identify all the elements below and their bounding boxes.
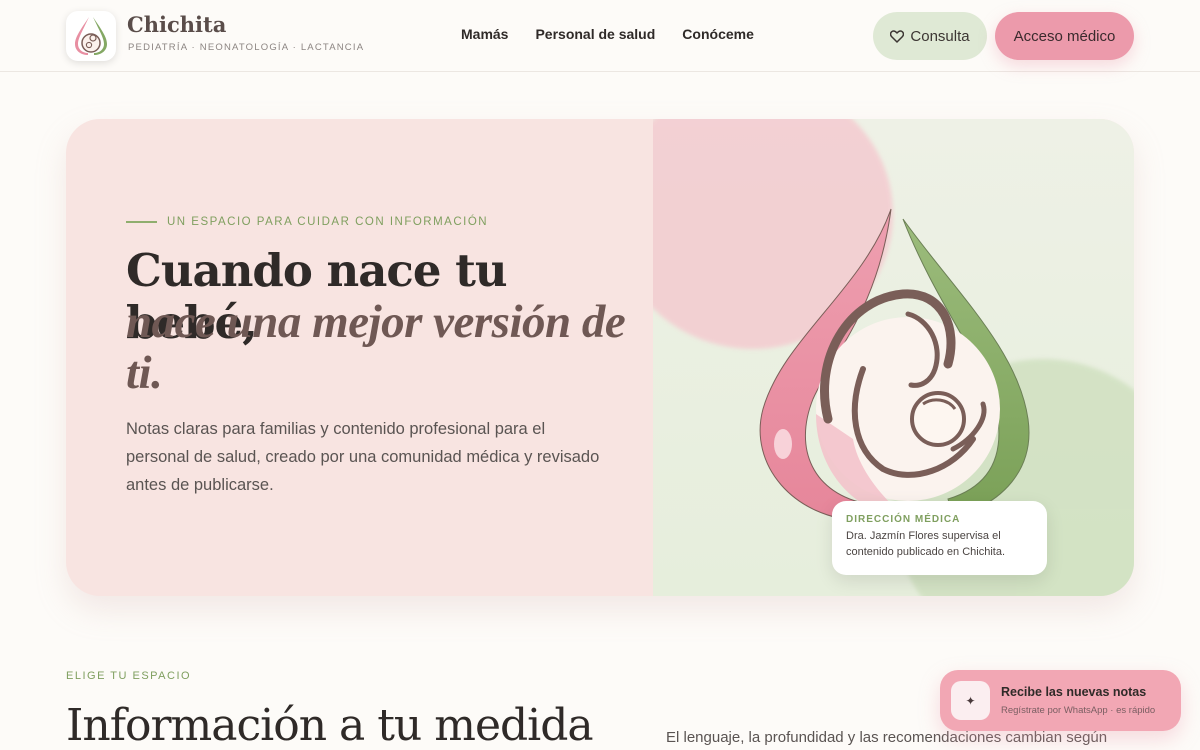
acceso-medico-button[interactable]: Acceso médico	[995, 12, 1134, 60]
nav-personal-de-salud[interactable]: Personal de salud	[535, 26, 655, 42]
consulta-button[interactable]: Consulta	[873, 12, 987, 60]
main-nav: Mamás Personal de salud Conóceme	[461, 26, 754, 42]
whatsapp-subscribe-toast[interactable]: ✦ Recibe las nuevas notas Regístrate por…	[940, 670, 1181, 731]
nav-mamas[interactable]: Mamás	[461, 26, 508, 42]
direccion-medica-card: DIRECCIÓN MÉDICA Dra. Jazmín Flores supe…	[832, 501, 1047, 575]
logo-badge[interactable]	[66, 11, 116, 61]
nav-conoceme[interactable]: Conóceme	[682, 26, 754, 42]
card-label: DIRECCIÓN MÉDICA	[846, 514, 961, 525]
toast-title: Recibe las nuevas notas	[1001, 685, 1147, 699]
brand-tagline: PEDIATRÍA · NEONATOLOGÍA · LACTANCIA	[128, 42, 365, 53]
consulta-label: Consulta	[910, 27, 970, 45]
toast-subtitle: Regístrate por WhatsApp · es rápido	[1001, 705, 1156, 716]
card-text: Dra. Jazmín Flores supervisa el contenid…	[846, 530, 1006, 558]
hero-eyebrow: UN ESPACIO PARA CUIDAR CON INFORMACIÓN	[126, 216, 488, 228]
section-title: Información a tu medida	[66, 700, 594, 750]
mother-baby-drop-logo-icon	[75, 17, 107, 55]
hero-card: UN ESPACIO PARA CUIDAR CON INFORMACIÓN C…	[66, 119, 1134, 596]
brand-name[interactable]: Chichita	[127, 12, 226, 37]
hero-title-emphasis: nace una mejor versión de ti.	[126, 296, 626, 399]
hero-description: Notas claras para familias y contenido p…	[126, 420, 600, 494]
sparkle-icon: ✦	[951, 681, 990, 720]
section-eyebrow: ELIGE TU ESPACIO	[66, 670, 192, 682]
hero-eyebrow-text: UN ESPACIO PARA CUIDAR CON INFORMACIÓN	[167, 216, 489, 228]
site-header: Chichita PEDIATRÍA · NEONATOLOGÍA · LACT…	[0, 0, 1200, 72]
heart-outline-icon	[890, 29, 905, 43]
section-description: El lenguaje, la profundidad y las recome…	[666, 729, 1108, 746]
eyebrow-line	[126, 221, 157, 223]
